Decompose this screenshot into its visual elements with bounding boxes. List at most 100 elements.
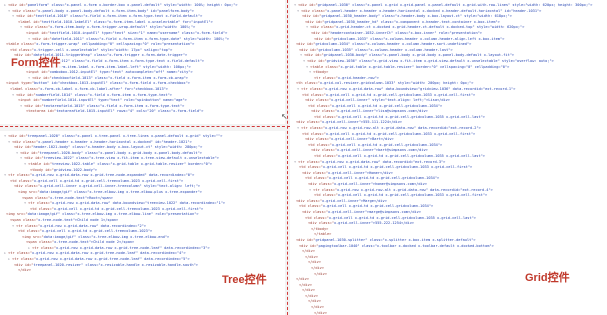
tag-attributes: x-grid-row x-grid-data-row x-grid-tree-n… [55,245,210,250]
expand-toggle-icon[interactable]: ▾ [4,173,6,177]
tag-attributes: x-tree-node-text">Child node 2</span> [54,240,135,245]
expand-toggle-icon[interactable]: ▾ [28,37,30,41]
tag-attributes: x-grid-cell-inner">Marge</div> [321,198,387,203]
code-line[interactable]: </div> [290,311,607,315]
expand-toggle-icon[interactable]: ▾ [294,3,296,7]
tag-attributes: treeview-1022" class="x-tree-view x-fit-… [43,156,219,161]
tag-attributes: headercontainer-1032-innerCt" class="x-b… [330,30,482,35]
tag-open: <div class=" [308,221,334,226]
tag-attributes: gridcolumn-1033" class="x-column-header … [333,36,505,41]
tag-open: <span class=" [10,217,39,222]
tag-attributes: x-grid-cell x-grid-td x-grid-cell-gridco… [325,131,476,136]
tag-attributes: treeview-1022-table" class="x-grid-table… [51,161,213,166]
tag-open: <img src=" [18,189,40,194]
tag-open: <div class=" [305,137,331,142]
tag-open: <tr class=" [313,187,337,192]
tag-open: <th class=" [296,81,320,86]
tag-attributes: x-grid-row x-grid-data-row" data-recordi… [321,159,446,164]
tag-open: <td class=" [10,47,34,52]
tag-open: <tr class=" [301,126,325,131]
tag-attributes: gridcolumn-1034" class="x-column-header … [315,42,472,47]
tag-open: <tbody id=" [30,167,54,172]
tag-open: <table class=" [310,64,341,69]
tag-open: <div id=" [296,42,316,47]
tag-attributes: x-tree-node-text">Root</span> [50,195,113,200]
tag-open: <textarea id=" [26,109,57,114]
expand-toggle-icon[interactable]: ▾ [20,25,22,29]
expand-toggle-icon[interactable]: ▾ [297,126,299,130]
tag-open: <div id=" [20,150,40,155]
expand-toggle-icon[interactable]: ▾ [306,25,308,29]
tag-attributes: numberfield-1014-inputEl" type="text" ro… [41,98,187,103]
tag-open: <img src=" [6,212,28,217]
expand-toggle-icon[interactable]: ▾ [20,104,22,108]
tag-attributes: x-grid-header-ct x-docked x-grid-header-… [336,25,525,30]
tag-attributes: x-grid-cell x-grid-td x-grid-cell-gridco… [322,165,473,170]
expand-toggle-icon[interactable]: ▾ [8,9,10,13]
tag-open: <div id=" [299,243,319,248]
grid-code-listing: ▾ <div id="gridpanel-1030" class="x-panel… [290,3,607,315]
tag-attributes: x-grid-cell x-grid-td x-grid-cell-gridco… [337,114,485,119]
expand-toggle-icon[interactable]: ▾ [297,87,299,91]
expand-toggle-icon[interactable]: ▾ [12,224,14,228]
tag-open: <div id=" [8,3,28,7]
code-line[interactable]: </div> [0,268,285,274]
tag-open: <div id=" [311,30,331,35]
tag-open: </div> [296,277,309,282]
expand-toggle-icon[interactable]: ▸ [4,251,6,255]
tag-open: <div id=" [16,14,36,19]
tag-open: </div> [302,288,315,293]
tag-open: <span class=" [26,240,55,245]
tag-attributes: x-grid-cell-inner">555-111-1224</div> [321,120,403,125]
expand-toggle-icon[interactable]: ▸ [8,257,10,261]
tag-open: <tr class=" [12,257,36,262]
tag-attributes: combobox-1012-inputEl" type="text" autoc… [49,70,193,75]
tag-open: <td class=" [302,92,326,97]
tag-attributes: pagingtoolbar-1040" class="x-toolbar x-d… [318,243,494,248]
tag-attributes: x-panel-body x-panel-body-default x-form… [38,8,194,13]
expand-toggle-icon[interactable]: ▾ [297,9,299,13]
tag-attributes: gridpanel-1030-splitter" class="x-splitt… [315,237,476,242]
tag-open: <div class=" [305,98,331,103]
tag-attributes: x-form-cb-label x-form-cb-label-after" f… [40,86,168,91]
tag-open: <label id=" [18,19,42,24]
expand-toggle-icon[interactable]: ▾ [24,201,26,205]
tag-attributes: treepanel-1020" class="x-panel x-tree-pa… [27,134,223,138]
tag-attributes: x-grid-header-row"> [337,75,379,80]
expand-toggle-icon[interactable]: ▸ [28,246,30,250]
expand-toggle-icon[interactable]: ▾ [8,140,10,144]
tag-open: <table class=" [6,42,37,47]
expand-toggle-icon[interactable]: ▾ [303,59,305,63]
tag-open: </div> [299,282,312,287]
tag-open: <div id=" [296,237,316,242]
tag-attributes: numberfield-1014" class="x-field x-form-… [35,92,172,97]
expand-toggle-icon[interactable]: ▾ [300,53,302,57]
tag-open: <div id=" [304,53,324,58]
tag-attributes: x-grid-cell-inner">555-222-1254</div> [333,221,415,226]
tag-attributes: gridpanel-1030" class="x-panel x-grid x-… [317,3,593,7]
expand-toggle-icon[interactable]: ▾ [4,134,6,138]
expand-toggle-icon[interactable]: ▾ [28,76,30,80]
tag-open: <div class=" [296,120,322,125]
tag-attributes: textareafield-1015-inputEl" rows="4" col… [56,109,204,114]
tag-open: </div> [18,268,31,273]
tag-attributes: gridpanel-1030_header_hd" class="x-compo… [324,19,500,24]
expand-toggle-icon[interactable]: ▾ [12,14,14,18]
code-line[interactable]: <textarea id="textareafield-1015-inputEl… [0,109,285,115]
tag-attributes: x-grid-row x-grid-data-row" data-boundvi… [324,86,516,91]
tag-attributes: x-trigger-cell x-unselectable" style="wi… [33,47,173,52]
tag-open: <label class=" [10,86,41,91]
expand-toggle-icon[interactable]: ▾ [16,151,18,155]
expand-toggle-icon[interactable]: ▾ [20,156,22,160]
expand-toggle-icon[interactable]: ▾ [309,188,311,192]
expand-toggle-icon[interactable]: ▸ [4,3,6,7]
tag-attributes: x-grid-row x-grid-data-row x-grid-tree-n… [31,251,186,256]
tag-open: </table> [314,232,332,237]
tag-attributes: treepanel-1020-resizer" class="x-resizab… [33,262,198,267]
tag-open: <tr class=" [301,86,325,91]
expand-toggle-icon[interactable]: ▾ [294,160,296,164]
expand-toggle-icon[interactable]: ▾ [12,93,14,97]
expand-toggle-icon[interactable]: ▾ [306,65,308,69]
expand-toggle-icon[interactable]: ▾ [24,162,26,166]
expand-toggle-icon[interactable]: ▾ [309,70,311,74]
